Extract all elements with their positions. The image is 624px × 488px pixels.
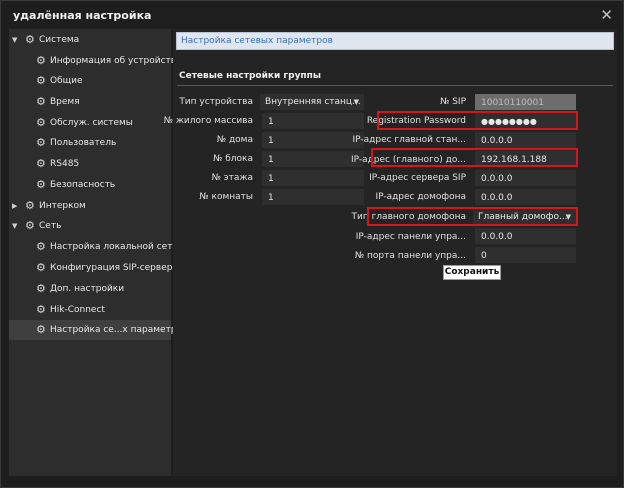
main-door-station-type-select[interactable]: Главный домофо... ▼ bbox=[473, 209, 576, 225]
sidebar-item-label: Настройка се...х параметров bbox=[50, 325, 188, 335]
community-no-input[interactable]: 1 bbox=[262, 113, 364, 129]
registration-password-input[interactable]: ●●●●●●●● bbox=[475, 113, 576, 129]
registration-password-label: Registration Password bbox=[366, 116, 466, 126]
sidebar-item-general[interactable]: ⚙ Общие bbox=[9, 71, 171, 91]
gear-icon: ⚙ bbox=[36, 178, 46, 191]
sidebar-item-label: Безопасность bbox=[50, 180, 116, 190]
room-no-label: № комнаты bbox=[199, 192, 253, 202]
section-divider bbox=[177, 85, 613, 86]
expand-arrow-icon[interactable]: ▶ bbox=[12, 196, 17, 216]
floor-no-label: № этажа bbox=[211, 173, 253, 183]
room-no-input[interactable]: 1 bbox=[262, 189, 364, 205]
gear-icon: ⚙ bbox=[36, 261, 46, 274]
chevron-down-icon: ▼ bbox=[565, 213, 571, 221]
sidebar-item-advanced[interactable]: ⚙ Доп. настройки bbox=[9, 279, 171, 299]
sidebar-item-label: Обслуж. системы bbox=[50, 118, 133, 128]
sidebar-item-security[interactable]: ⚙ Безопасность bbox=[9, 175, 171, 195]
gear-icon: ⚙ bbox=[36, 157, 46, 170]
sidebar-item-device-info[interactable]: ⚙ Информация об устройстве: bbox=[9, 51, 185, 71]
sidebar-group-label: Система bbox=[39, 35, 80, 45]
sidebar-item-label: Конфигурация SIP-сервера bbox=[50, 263, 178, 273]
close-icon[interactable]: ✕ bbox=[600, 6, 613, 24]
sidebar-item-user[interactable]: ⚙ Пользователь bbox=[9, 133, 171, 153]
main-station-ip-label: IP-адрес главной стан... bbox=[352, 135, 466, 145]
block-no-input[interactable]: 1 bbox=[262, 151, 364, 167]
gear-icon: ⚙ bbox=[36, 240, 46, 253]
sidebar-group-label: Интерком bbox=[39, 201, 86, 211]
gear-icon: ⚙ bbox=[36, 74, 46, 87]
gear-icon: ⚙ bbox=[36, 282, 46, 295]
sidebar-item-local-network[interactable]: ⚙ Настройка локальной сети bbox=[9, 237, 178, 257]
gear-icon: ⚙ bbox=[25, 219, 35, 232]
section-title: Сетевые настройки группы bbox=[179, 71, 322, 81]
control-panel-ip-label: IP-адрес панели упра... bbox=[355, 232, 466, 242]
sip-no-input: 10010110001 bbox=[475, 94, 576, 110]
sidebar-group-label: Сеть bbox=[39, 221, 62, 231]
save-button[interactable]: Сохранить bbox=[443, 265, 501, 280]
gear-icon: ⚙ bbox=[36, 116, 46, 129]
sidebar-item-label: Настройка локальной сети bbox=[50, 242, 179, 252]
sidebar-item-time[interactable]: ⚙ Время bbox=[9, 92, 171, 112]
sidebar-group-system[interactable]: ▼ ⚙ Система bbox=[9, 30, 171, 50]
sidebar-group-intercom[interactable]: ▶ ⚙ Интерком bbox=[9, 196, 171, 216]
main-door-station-type-value: Главный домофо... bbox=[478, 212, 568, 222]
sidebar-item-label: RS485 bbox=[50, 159, 80, 169]
sidebar-item-label: Общие bbox=[50, 76, 83, 86]
gear-icon: ⚙ bbox=[36, 95, 46, 108]
main-door-station-ip-input[interactable]: 192.168.1.188 bbox=[475, 151, 576, 167]
community-no-label: № жилого массива bbox=[163, 116, 253, 126]
control-panel-port-label: № порта панели упра... bbox=[354, 251, 466, 261]
door-station-ip-input[interactable]: 0.0.0.0 bbox=[475, 189, 576, 205]
expand-arrow-icon[interactable]: ▼ bbox=[12, 30, 17, 50]
building-no-input[interactable]: 1 bbox=[262, 132, 364, 148]
block-no-label: № блока bbox=[213, 154, 253, 164]
sidebar-item-label: Пользователь bbox=[50, 138, 117, 148]
gear-icon: ⚙ bbox=[36, 54, 46, 67]
building-no-label: № дома bbox=[216, 135, 253, 145]
sidebar-item-label: Информация об устройстве: bbox=[50, 56, 185, 66]
chevron-down-icon: ▼ bbox=[353, 98, 359, 106]
door-station-ip-label: IP-адрес домофона bbox=[375, 192, 466, 202]
gear-icon: ⚙ bbox=[36, 136, 46, 149]
main-station-ip-input[interactable]: 0.0.0.0 bbox=[475, 132, 576, 148]
gear-icon: ⚙ bbox=[36, 303, 46, 316]
main-door-station-ip-label: IP-адрес (главного) до... bbox=[350, 155, 466, 165]
gear-icon: ⚙ bbox=[25, 199, 35, 212]
control-panel-ip-input[interactable]: 0.0.0.0 bbox=[475, 228, 576, 244]
floor-no-input[interactable]: 1 bbox=[262, 170, 364, 186]
sip-server-ip-label: IP-адрес сервера SIP bbox=[369, 173, 466, 183]
window-title: удалённая настройка bbox=[13, 9, 152, 22]
sidebar-tree: ▼ ⚙ Система ⚙ Информация об устройстве: … bbox=[9, 29, 187, 476]
sidebar-item-maintenance[interactable]: ⚙ Обслуж. системы bbox=[9, 113, 171, 133]
sidebar-item-sip-server[interactable]: ⚙ Конфигурация SIP-сервера bbox=[9, 258, 178, 278]
sidebar-item-label: Время bbox=[50, 97, 80, 107]
sidebar-item-label: Hik-Connect bbox=[50, 305, 105, 315]
main-door-station-type-label: Тип главного домофона bbox=[351, 212, 466, 222]
sidebar-item-hik-connect[interactable]: ⚙ Hik-Connect bbox=[9, 300, 171, 320]
remote-config-window: удалённая настройка ✕ ▼ ⚙ Система ⚙ Инфо… bbox=[0, 0, 624, 488]
sip-no-label: № SIP bbox=[439, 97, 466, 107]
page-title: Настройка сетевых параметров bbox=[181, 36, 333, 46]
sidebar-item-network-params[interactable]: ⚙ Настройка се...х параметров bbox=[9, 320, 187, 340]
gear-icon: ⚙ bbox=[25, 33, 35, 46]
control-panel-port-input[interactable]: 0 bbox=[475, 247, 576, 263]
title-bar: удалённая настройка ✕ bbox=[1, 1, 623, 29]
device-type-label: Тип устройства bbox=[179, 97, 253, 107]
device-type-value: Внутренняя станц... bbox=[265, 97, 361, 107]
gear-icon: ⚙ bbox=[36, 323, 46, 336]
sidebar-item-rs485[interactable]: ⚙ RS485 bbox=[9, 154, 171, 174]
device-type-select[interactable]: Внутренняя станц... ▼ bbox=[260, 94, 364, 110]
page-header: Настройка сетевых параметров bbox=[176, 32, 614, 50]
sidebar-item-label: Доп. настройки bbox=[50, 284, 125, 294]
sidebar-group-network[interactable]: ▼ ⚙ Сеть bbox=[9, 216, 171, 236]
expand-arrow-icon[interactable]: ▼ bbox=[12, 216, 17, 236]
sip-server-ip-input[interactable]: 0.0.0.0 bbox=[475, 170, 576, 186]
